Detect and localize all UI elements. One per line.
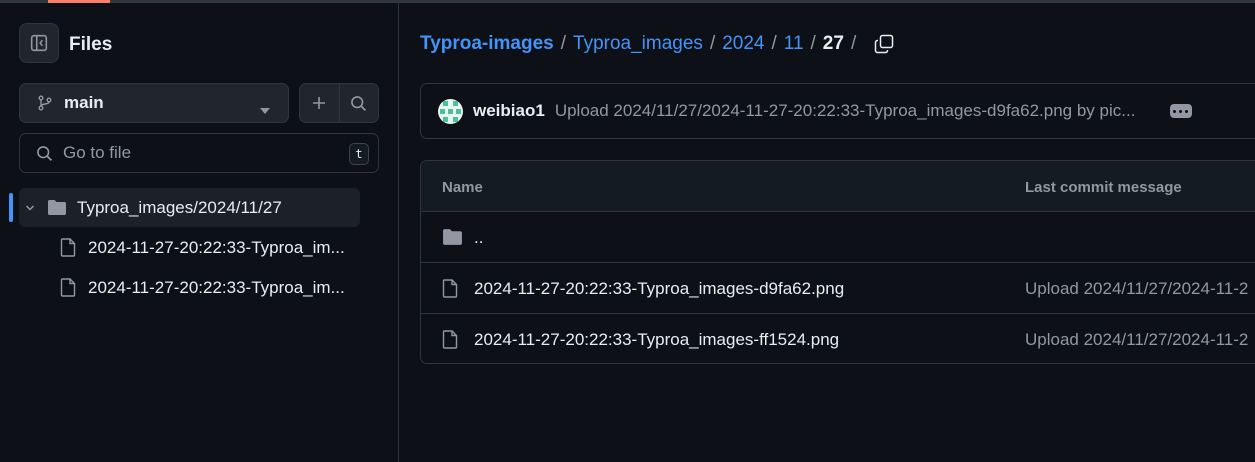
file-commit-message[interactable]: Upload 2024/11/27/2024-11-2 xyxy=(1025,330,1248,350)
tree-actions xyxy=(299,83,379,123)
breadcrumb-link[interactable]: 2024 xyxy=(722,33,764,55)
active-item-marker xyxy=(9,193,13,222)
breadcrumb: Typroa-images / Typroa_images / 2024 / 1… xyxy=(420,33,894,55)
tree-item-folder[interactable]: Typroa_images/2024/11/27 xyxy=(9,188,360,227)
sidebar-collapse-icon xyxy=(30,34,48,52)
ellipsis-icon[interactable] xyxy=(1169,104,1192,118)
tree-item-label: 2024-11-27-20:22:33-Typroa_im... xyxy=(88,277,345,297)
breadcrumb-link[interactable]: Typroa_images xyxy=(573,33,703,55)
table-header: Name Last commit message xyxy=(421,161,1255,212)
avatar[interactable] xyxy=(438,98,463,124)
breadcrumb-link[interactable]: 11 xyxy=(784,33,804,55)
sidebar-title: Files xyxy=(69,34,113,55)
branch-name: main xyxy=(64,93,104,112)
breadcrumb-separator: / xyxy=(850,33,857,54)
tree-item-file[interactable]: 2024-11-27-20:22:33-Typroa_im... xyxy=(19,228,360,267)
go-to-file-field[interactable]: t xyxy=(19,133,379,173)
parent-dir-link[interactable]: .. xyxy=(474,228,483,248)
breadcrumb-separator: / xyxy=(560,33,567,54)
file-icon xyxy=(60,278,76,297)
keyboard-shortcut-hint: t xyxy=(349,143,369,165)
table-row-parent-dir[interactable]: .. xyxy=(421,212,1255,263)
file-icon xyxy=(60,238,76,257)
main-content: Typroa-images / Typroa_images / 2024 / 1… xyxy=(400,3,1255,462)
file-commit-message[interactable]: Upload 2024/11/27/2024-11-2 xyxy=(1025,279,1248,299)
latest-commit-bar: weibiao1 Upload 2024/11/27/2024-11-27-20… xyxy=(420,83,1255,139)
go-to-file-input[interactable] xyxy=(63,143,333,163)
file-icon xyxy=(442,279,458,298)
table-row: 2024-11-27-20:22:33-Typroa_images-d9fa62… xyxy=(421,263,1255,314)
file-icon xyxy=(442,330,458,349)
breadcrumb-repo-link[interactable]: Typroa-images xyxy=(420,33,554,55)
plus-icon xyxy=(311,95,327,111)
folder-icon xyxy=(442,228,463,246)
git-branch-icon xyxy=(37,95,53,111)
copy-path-icon[interactable] xyxy=(874,34,894,54)
folder-open-icon xyxy=(47,199,67,216)
breadcrumb-separator: / xyxy=(709,33,716,54)
file-tree-sidebar: Files main t xyxy=(0,3,399,462)
file-name-link[interactable]: 2024-11-27-20:22:33-Typroa_images-d9fa62… xyxy=(474,279,844,299)
chevron-down-icon[interactable] xyxy=(24,202,36,214)
chevron-down-icon xyxy=(260,101,270,119)
table-row: 2024-11-27-20:22:33-Typroa_images-ff1524… xyxy=(421,314,1255,363)
search-icon xyxy=(350,95,367,112)
commit-author[interactable]: weibiao1 xyxy=(473,101,545,121)
tree-item-label: Typroa_images/2024/11/27 xyxy=(77,197,282,217)
collapse-sidebar-button[interactable] xyxy=(19,23,59,63)
tree-item-label: 2024-11-27-20:22:33-Typroa_im... xyxy=(88,237,345,257)
search-icon xyxy=(36,145,53,162)
file-table: Name Last commit message .. 2024-11-27-2… xyxy=(420,160,1255,364)
branch-selector[interactable]: main xyxy=(19,83,289,123)
breadcrumb-separator: / xyxy=(810,33,816,54)
commit-message[interactable]: Upload 2024/11/27/2024-11-27-20:22:33-Ty… xyxy=(555,101,1155,121)
tree-item-file[interactable]: 2024-11-27-20:22:33-Typroa_im... xyxy=(19,268,360,307)
column-header-commit: Last commit message xyxy=(1025,179,1182,196)
add-file-button[interactable] xyxy=(300,84,339,122)
breadcrumb-separator: / xyxy=(771,33,777,54)
search-code-button[interactable] xyxy=(338,84,379,122)
breadcrumb-current: 27 xyxy=(822,33,844,54)
column-header-name: Name xyxy=(442,179,483,196)
file-name-link[interactable]: 2024-11-27-20:22:33-Typroa_images-ff1524… xyxy=(474,330,839,350)
